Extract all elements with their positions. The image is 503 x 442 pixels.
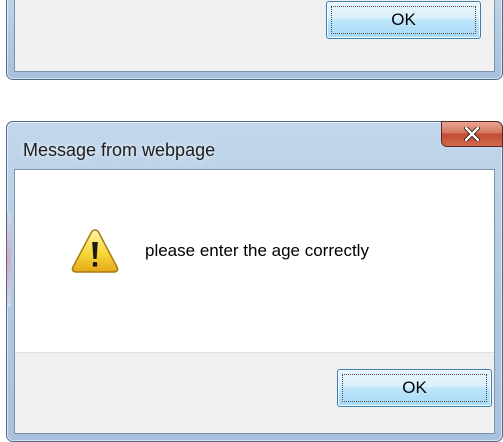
message-dialog: Message from webpage please enter the ag…: [6, 121, 503, 442]
dialog-client-area: please enter the age correctly OK: [14, 169, 495, 434]
dialog-title: Message from webpage: [23, 140, 216, 160]
dialog-client-area: OK: [14, 0, 495, 72]
ok-button[interactable]: OK: [337, 369, 492, 407]
button-strip: OK: [15, 352, 494, 433]
message-text: please enter the age correctly: [145, 241, 369, 260]
ok-button[interactable]: OK: [326, 1, 481, 39]
button-strip: OK: [15, 0, 494, 71]
warning-triangle-icon: [71, 229, 119, 273]
close-icon: [464, 127, 480, 141]
close-button[interactable]: [441, 121, 503, 147]
ok-button-label: OK: [402, 378, 427, 397]
previous-message-dialog: OK: [6, 0, 503, 80]
frame-edge-reflection: [7, 212, 11, 307]
message-row: please enter the age correctly: [71, 228, 369, 274]
ok-button-label: OK: [391, 10, 416, 29]
